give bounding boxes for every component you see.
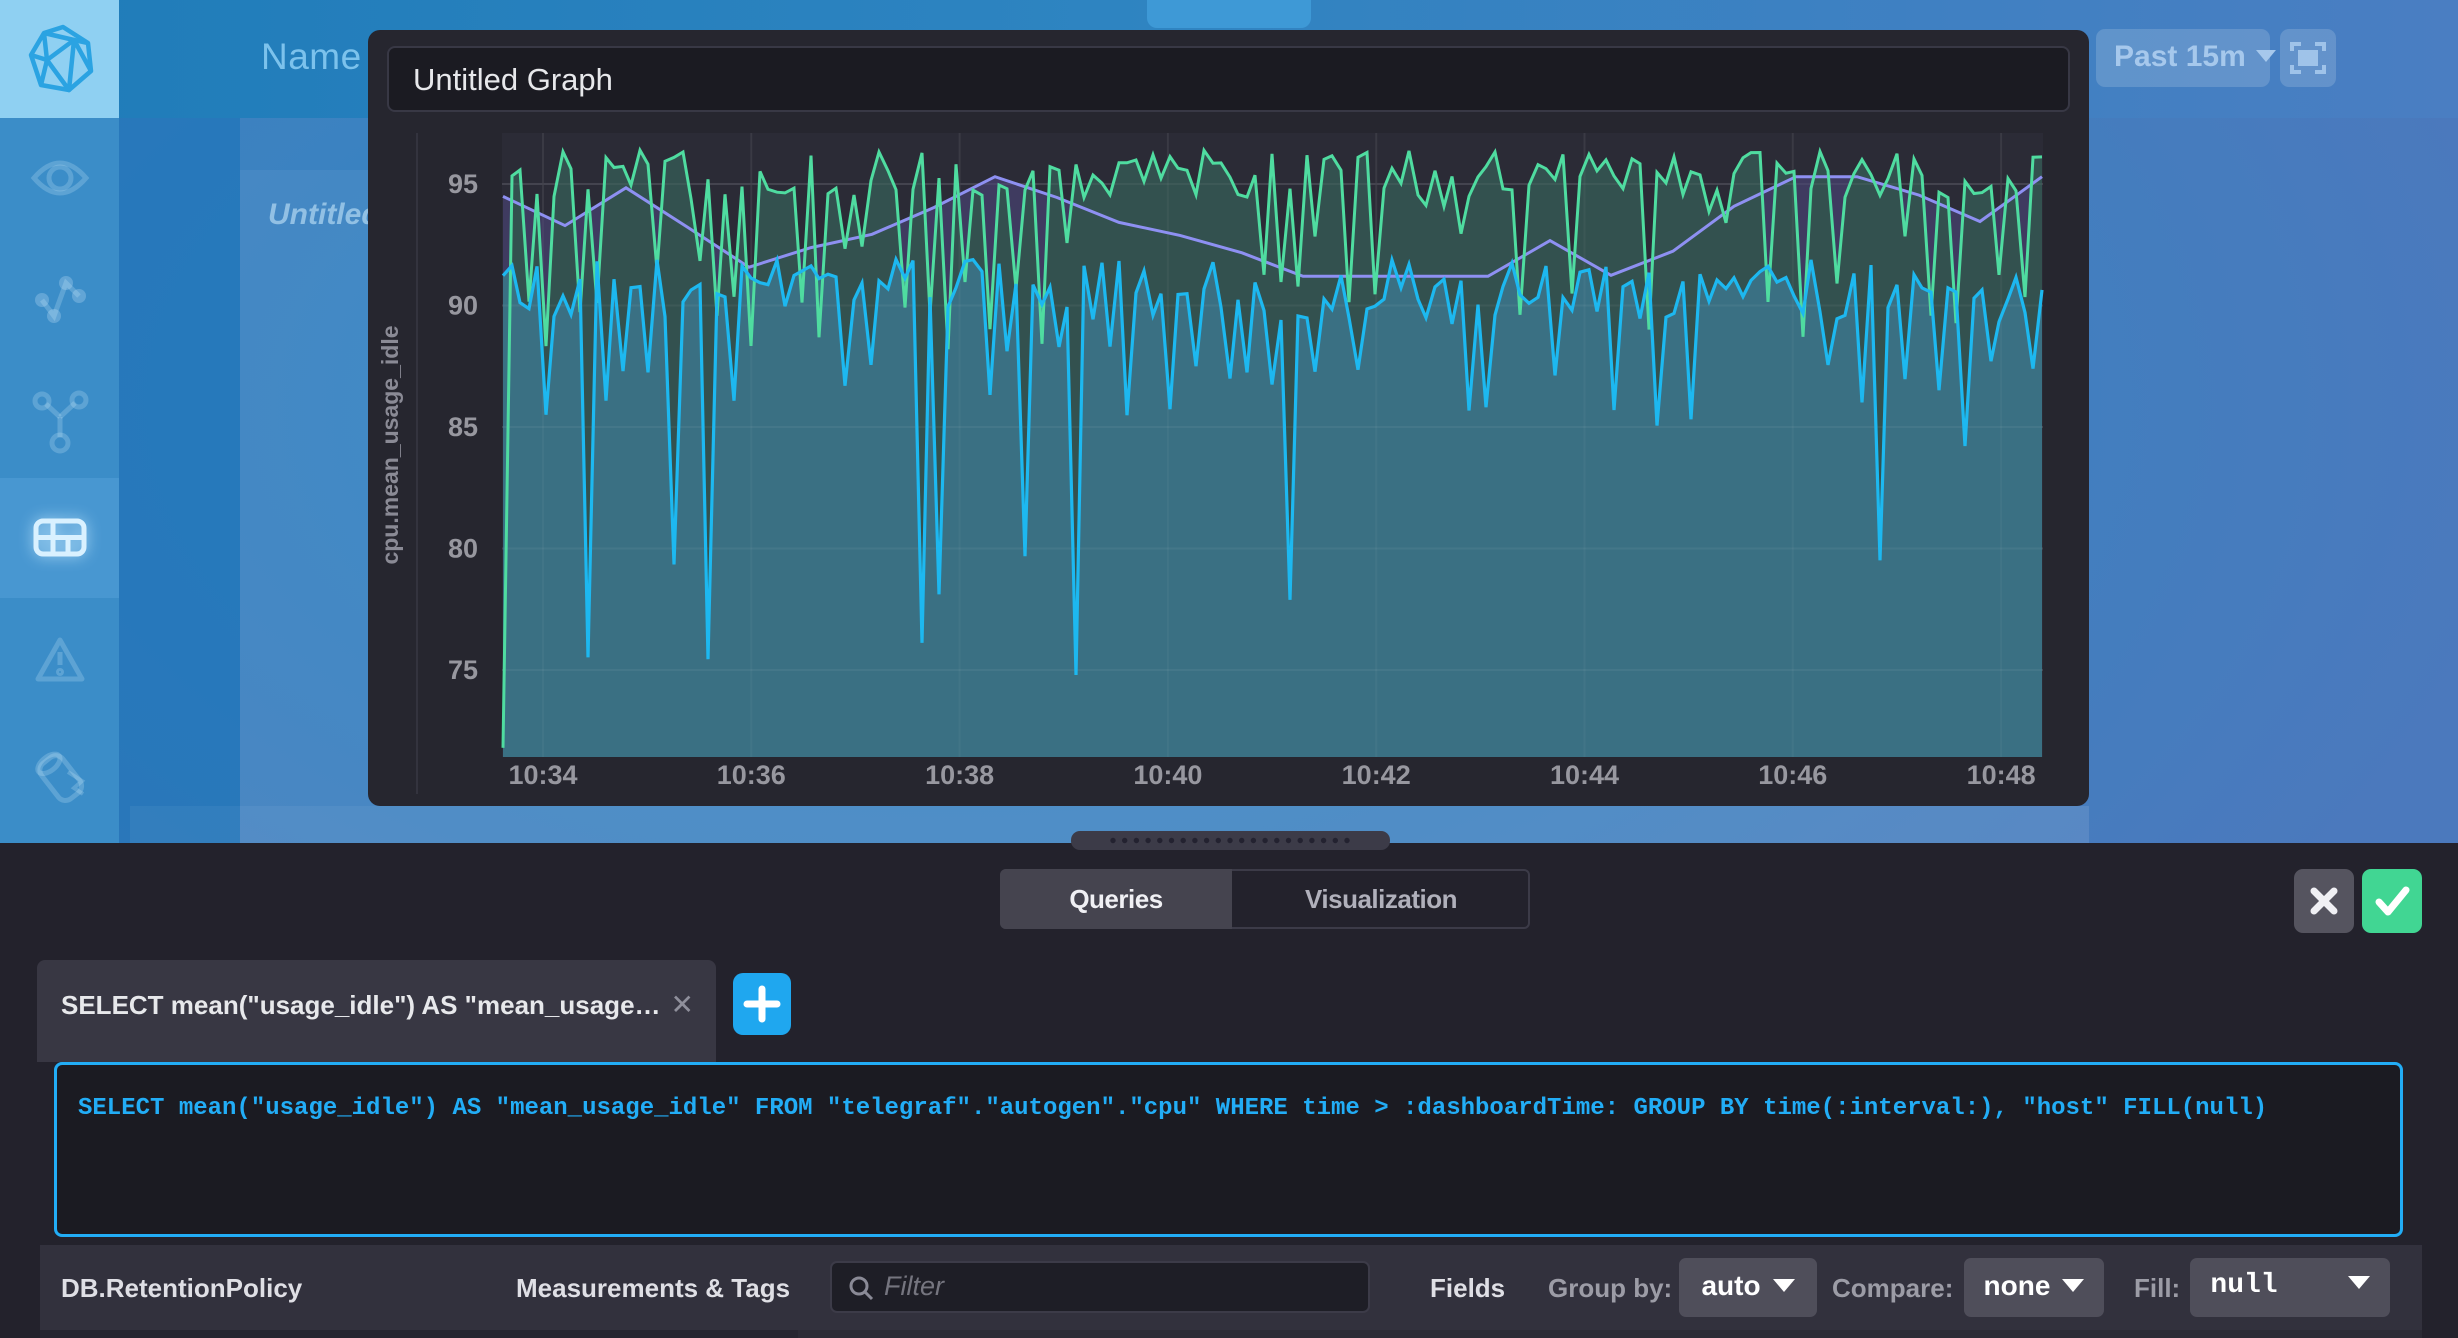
svg-text:10:48: 10:48 <box>1967 760 2036 790</box>
svg-text:10:46: 10:46 <box>1758 760 1827 790</box>
svg-text:10:44: 10:44 <box>1550 760 1619 790</box>
svg-text:80: 80 <box>448 534 478 564</box>
svg-text:95: 95 <box>448 169 478 199</box>
svg-text:10:38: 10:38 <box>925 760 994 790</box>
svg-text:cpu.mean_usage_idle: cpu.mean_usage_idle <box>377 325 403 564</box>
svg-text:85: 85 <box>448 412 478 442</box>
svg-text:10:40: 10:40 <box>1133 760 1202 790</box>
svg-text:10:36: 10:36 <box>717 760 786 790</box>
svg-text:10:42: 10:42 <box>1342 760 1411 790</box>
svg-text:75: 75 <box>448 655 478 685</box>
svg-text:10:34: 10:34 <box>508 760 577 790</box>
svg-text:90: 90 <box>448 291 478 321</box>
